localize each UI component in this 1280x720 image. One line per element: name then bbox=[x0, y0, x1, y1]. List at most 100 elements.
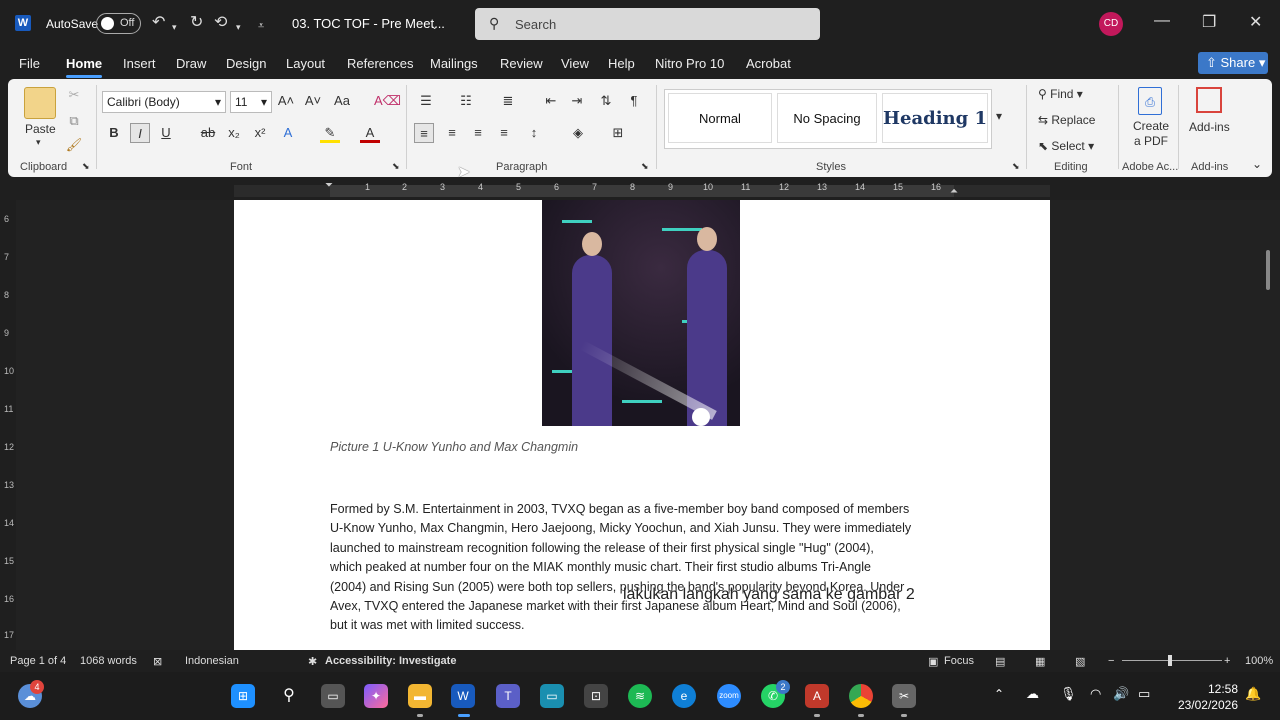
tab-home[interactable]: Home bbox=[66, 56, 102, 71]
strikethrough-icon[interactable]: ab bbox=[198, 123, 218, 143]
tab-design[interactable]: Design bbox=[226, 56, 266, 71]
notifications-icon[interactable]: 🔔 bbox=[1245, 686, 1261, 702]
web-layout-icon[interactable]: ▧ bbox=[1075, 655, 1085, 668]
focus-button[interactable]: Focus bbox=[944, 655, 974, 667]
restore-icon[interactable]: ❐ bbox=[1202, 12, 1216, 32]
format-painter-icon[interactable]: 🖌 bbox=[64, 135, 84, 155]
underline-button[interactable]: U bbox=[156, 123, 176, 143]
bullets-icon[interactable]: ☰ bbox=[416, 91, 436, 111]
increase-indent-icon[interactable]: ⇥ bbox=[567, 91, 587, 111]
show-formatting-icon[interactable]: ¶ bbox=[624, 91, 644, 111]
tab-insert[interactable]: Insert bbox=[123, 56, 156, 71]
microphone-icon[interactable]: 🎙 bbox=[1060, 686, 1077, 702]
tab-mailings[interactable]: Mailings bbox=[430, 56, 478, 71]
collapse-ribbon-icon[interactable]: ⌄ bbox=[1252, 157, 1262, 171]
customize-quick-access-icon[interactable]: ⩡ bbox=[258, 17, 264, 35]
find-button[interactable]: ⚲ Find ▾ bbox=[1038, 87, 1083, 101]
document-title[interactable]: 03. TOC TOF - Pre Meet... bbox=[292, 16, 445, 31]
word-taskbar-icon[interactable]: W bbox=[451, 684, 475, 708]
tab-references[interactable]: References bbox=[347, 56, 413, 71]
chrome-icon[interactable] bbox=[849, 684, 873, 708]
line-spacing-icon[interactable]: ↕ bbox=[524, 123, 544, 143]
store-icon[interactable]: ⊡ bbox=[584, 684, 608, 708]
clock[interactable]: 12:58 23/02/2026 bbox=[1172, 681, 1238, 713]
change-case-icon[interactable]: Aa bbox=[332, 91, 352, 111]
style-normal[interactable]: Normal bbox=[668, 93, 772, 143]
tab-file[interactable]: File bbox=[19, 56, 40, 71]
body-paragraph[interactable]: Formed by S.M. Entertainment in 2003, TV… bbox=[330, 500, 960, 636]
justify-icon[interactable]: ≡ bbox=[494, 123, 514, 143]
paragraph-launcher-icon[interactable]: ⬊ bbox=[641, 161, 649, 172]
task-view-icon[interactable]: ▭ bbox=[321, 684, 345, 708]
search-icon[interactable]: ⚲ bbox=[277, 684, 301, 708]
italic-button[interactable]: I bbox=[130, 123, 150, 143]
battery-icon[interactable]: ▭ bbox=[1138, 686, 1150, 702]
edge-icon[interactable]: e bbox=[672, 684, 696, 708]
styles-more-icon[interactable]: ▾ bbox=[996, 109, 1002, 123]
zoom-level[interactable]: 100% bbox=[1245, 655, 1273, 667]
right-indent-marker[interactable]: ⏶ bbox=[950, 186, 958, 197]
highlight-color-icon[interactable]: ✎ bbox=[320, 123, 340, 143]
acrobat-icon[interactable]: A bbox=[805, 684, 829, 708]
undo-dropdown-icon[interactable]: ▾ bbox=[172, 18, 177, 36]
read-mode-icon[interactable]: ▤ bbox=[995, 655, 1005, 668]
tab-review[interactable]: Review bbox=[500, 56, 543, 71]
font-size-dropdown[interactable]: 11 ▾ bbox=[230, 91, 272, 113]
customize-icon[interactable]: ⟲ bbox=[214, 14, 227, 32]
wifi-icon[interactable]: ◠ bbox=[1090, 686, 1101, 702]
paste-icon[interactable] bbox=[24, 87, 56, 119]
spotify-icon[interactable]: ≋ bbox=[628, 684, 652, 708]
undo-icon[interactable]: ↶ bbox=[152, 14, 165, 32]
borders-icon[interactable]: ⊞ bbox=[608, 123, 628, 143]
language[interactable]: Indonesian bbox=[185, 655, 239, 667]
zoom-in-icon[interactable]: + bbox=[1224, 655, 1230, 667]
style-no-spacing[interactable]: No Spacing bbox=[777, 93, 877, 143]
multilevel-list-icon[interactable]: ≣ bbox=[498, 91, 518, 111]
font-launcher-icon[interactable]: ⬊ bbox=[392, 161, 400, 172]
copy-icon[interactable]: ⧉ bbox=[64, 111, 84, 131]
tab-nitro[interactable]: Nitro Pro 10 bbox=[655, 56, 724, 71]
file-explorer-icon[interactable]: ▬ bbox=[408, 684, 432, 708]
subscript-icon[interactable]: x₂ bbox=[224, 123, 244, 143]
redo-icon[interactable]: ↻ bbox=[190, 14, 203, 32]
picture-caption[interactable]: Picture 1 U-Know Yunho and Max Changmin bbox=[330, 440, 578, 454]
close-icon[interactable]: ✕ bbox=[1249, 12, 1262, 32]
print-layout-icon[interactable]: ▦ bbox=[1035, 655, 1045, 668]
quick-access-dropdown-icon[interactable]: ▾ bbox=[236, 18, 241, 36]
tab-layout[interactable]: Layout bbox=[286, 56, 325, 71]
superscript-icon[interactable]: x² bbox=[250, 123, 270, 143]
paste-dropdown-icon[interactable]: ▾ bbox=[36, 137, 41, 148]
add-ins-icon[interactable] bbox=[1196, 87, 1222, 113]
proofing-icon[interactable]: ⊠ bbox=[153, 655, 162, 668]
search-box[interactable]: ⚲ Search bbox=[475, 8, 820, 40]
sort-icon[interactable]: ⇅ bbox=[596, 91, 616, 111]
word-count[interactable]: 1068 words bbox=[80, 655, 137, 667]
font-name-dropdown[interactable]: Calibri (Body) ▾ bbox=[102, 91, 226, 113]
vertical-scrollbar[interactable] bbox=[1266, 250, 1270, 290]
grow-font-icon[interactable]: A˄ bbox=[276, 91, 296, 111]
decrease-indent-icon[interactable]: ⇤ bbox=[541, 91, 561, 111]
font-color-icon[interactable]: A bbox=[360, 123, 380, 143]
onedrive-icon[interactable]: ☁ bbox=[1026, 686, 1039, 702]
bold-button[interactable]: B bbox=[104, 123, 124, 143]
title-chevron-down-icon[interactable]: ⌄ bbox=[430, 17, 439, 35]
style-heading-1[interactable]: Heading 1 bbox=[882, 93, 988, 143]
avatar[interactable]: CD bbox=[1099, 12, 1123, 36]
align-left-icon[interactable]: ≡ bbox=[414, 123, 434, 143]
clear-formatting-icon[interactable]: A⌫ bbox=[374, 91, 401, 111]
create-pdf-icon[interactable]: ⎙ bbox=[1138, 87, 1162, 115]
select-button[interactable]: ⬉ Select ▾ bbox=[1038, 139, 1094, 153]
accessibility-status[interactable]: Accessibility: Investigate bbox=[325, 655, 456, 667]
create-pdf-button[interactable]: Create a PDF bbox=[1132, 119, 1170, 149]
snipping-tool-icon[interactable]: ✂ bbox=[892, 684, 916, 708]
align-center-icon[interactable]: ≡ bbox=[442, 123, 462, 143]
tray-chevron-icon[interactable]: ⌃ bbox=[994, 687, 1004, 701]
remote-desktop-icon[interactable]: ▭ bbox=[540, 684, 564, 708]
add-ins-button[interactable]: Add-ins bbox=[1189, 120, 1230, 134]
document-page[interactable]: Picture 1 U-Know Yunho and Max Changmin … bbox=[234, 200, 1050, 650]
autosave-toggle[interactable]: Off bbox=[96, 13, 141, 34]
clipboard-launcher-icon[interactable]: ⬊ bbox=[82, 161, 90, 172]
replace-button[interactable]: ⇆ Replace bbox=[1038, 113, 1095, 127]
align-right-icon[interactable]: ≡ bbox=[468, 123, 488, 143]
page-count[interactable]: Page 1 of 4 bbox=[10, 655, 66, 667]
